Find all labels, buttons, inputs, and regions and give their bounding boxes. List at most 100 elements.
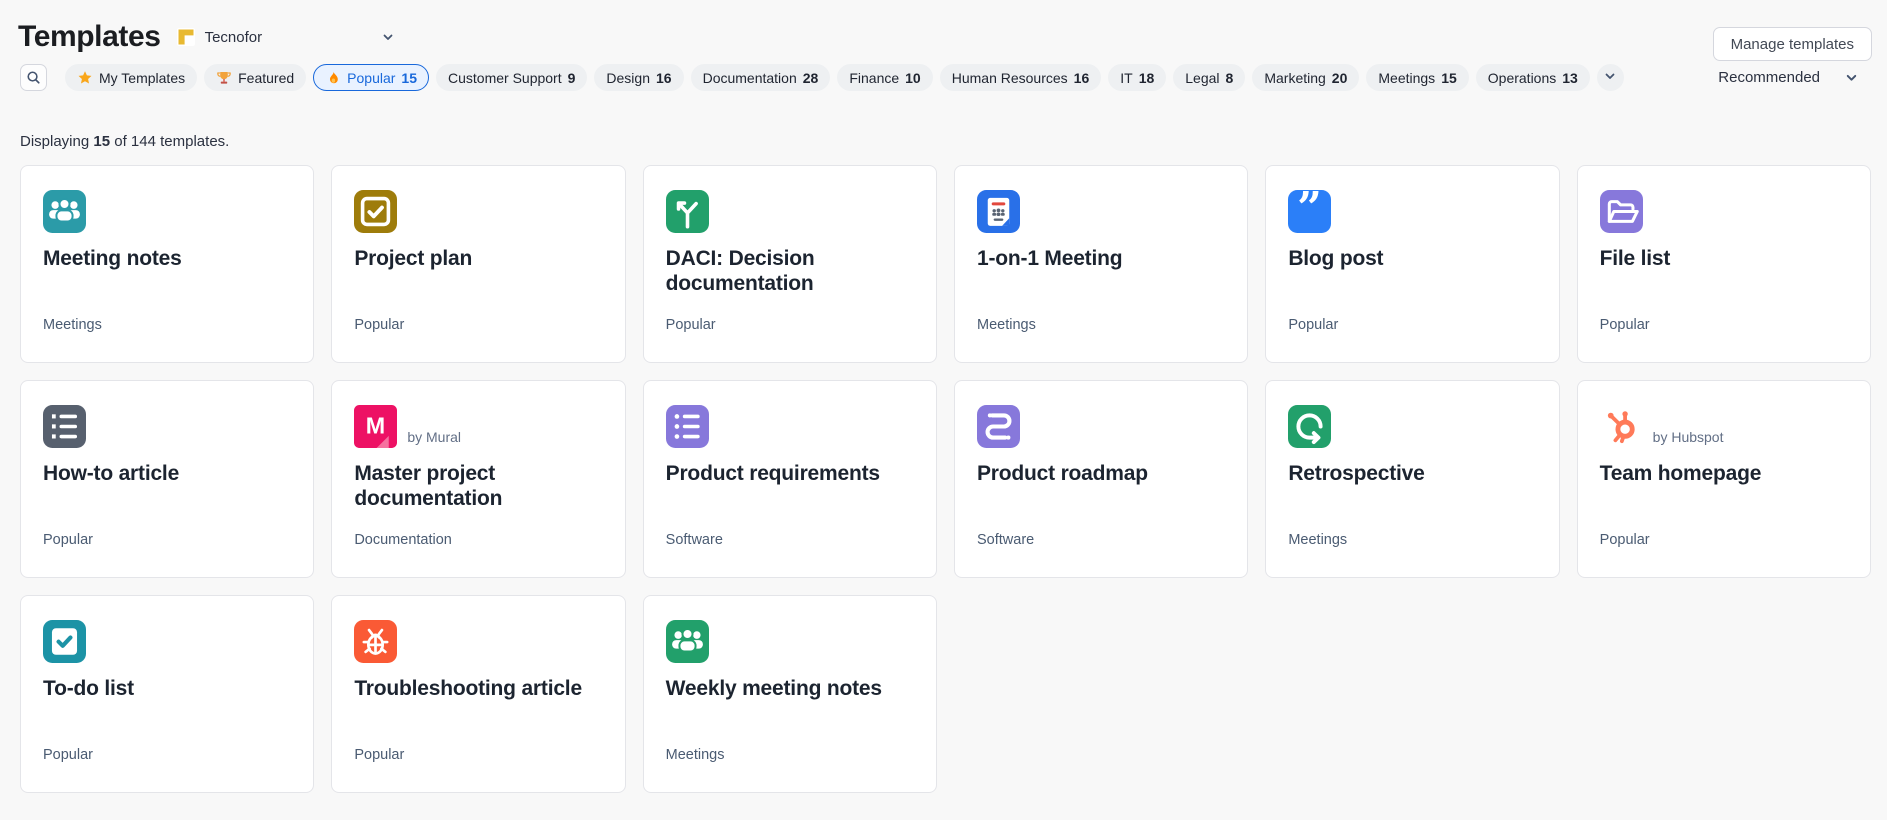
bug-icon <box>354 620 397 663</box>
search-icon <box>26 70 41 85</box>
template-card-team-homepage[interactable]: by Hubspot Team homepage Popular <box>1577 380 1871 578</box>
template-category: Popular <box>666 317 716 333</box>
quote-icon: ” <box>1288 190 1331 233</box>
template-category: Meetings <box>43 317 102 333</box>
template-title: Project plan <box>354 246 602 271</box>
filter-chip-label: IT <box>1120 70 1132 86</box>
more-filters-button[interactable] <box>1597 64 1624 91</box>
filter-chip-documentation[interactable]: Documentation 28 <box>691 64 831 91</box>
filter-chip-featured[interactable]: Featured <box>204 64 306 91</box>
filter-chip-label: Legal <box>1185 70 1219 86</box>
people-group-icon <box>43 190 86 233</box>
chevron-down-icon <box>1844 70 1859 85</box>
template-category: Meetings <box>1288 532 1347 548</box>
filter-chip-finance[interactable]: Finance 10 <box>837 64 932 91</box>
filter-chip-design[interactable]: Design 16 <box>594 64 683 91</box>
filter-chip-count: 28 <box>803 70 819 86</box>
template-card-file-list[interactable]: File list Popular <box>1577 165 1871 363</box>
template-category: Documentation <box>354 532 452 548</box>
template-title: To-do list <box>43 676 291 701</box>
summary-connector: of <box>114 133 127 150</box>
template-card-retrospective[interactable]: Retrospective Meetings <box>1265 380 1559 578</box>
retro-loop-icon <box>1288 405 1331 448</box>
template-title: Master project documentation <box>354 461 602 511</box>
svg-text:”: ” <box>1297 190 1322 233</box>
filter-chip-label: Popular <box>347 70 395 86</box>
template-card-how-to-article[interactable]: How-to article Popular <box>20 380 314 578</box>
template-title: Retrospective <box>1288 461 1536 486</box>
template-byline: by Mural <box>407 429 461 448</box>
space-selector[interactable]: Tecnofor <box>177 28 395 46</box>
filter-chip-legal[interactable]: Legal 8 <box>1173 64 1245 91</box>
filter-chip-my-templates[interactable]: My Templates <box>65 64 197 91</box>
filter-chip-meetings[interactable]: Meetings 15 <box>1366 64 1468 91</box>
fire-icon <box>325 70 341 86</box>
template-card-project-plan[interactable]: Project plan Popular <box>331 165 625 363</box>
template-card-1-on-1-meeting[interactable]: 1-on-1 Meeting Meetings <box>954 165 1248 363</box>
page-title: Templates <box>18 20 161 54</box>
filter-chip-count: 13 <box>1562 70 1578 86</box>
people-group-icon <box>666 620 709 663</box>
roadmap-icon <box>977 405 1020 448</box>
template-card-product-roadmap[interactable]: Product roadmap Software <box>954 380 1248 578</box>
template-title: Troubleshooting article <box>354 676 602 701</box>
search-button[interactable] <box>20 64 47 91</box>
template-card-product-requirements[interactable]: Product requirements Software <box>643 380 937 578</box>
summary-suffix: templates. <box>160 133 229 150</box>
template-title: Meeting notes <box>43 246 291 271</box>
template-card-daci-decision-documentation[interactable]: DACI: Decision documentation Popular <box>643 165 937 363</box>
hubspot-sprocket-icon <box>1600 405 1643 448</box>
mural-m-icon: M <box>354 405 397 448</box>
template-title: Blog post <box>1288 246 1536 271</box>
filter-chip-list: My Templates Featured Popular 15 Custome… <box>65 64 1700 91</box>
filter-bar: My Templates Featured Popular 15 Custome… <box>0 64 1887 91</box>
chevron-down-icon <box>381 30 395 44</box>
template-category: Software <box>977 532 1034 548</box>
filter-chip-label: Documentation <box>703 70 797 86</box>
template-title: Weekly meeting notes <box>666 676 914 701</box>
filter-chip-marketing[interactable]: Marketing 20 <box>1252 64 1359 91</box>
manage-templates-button[interactable]: Manage templates <box>1713 27 1872 61</box>
filter-chip-label: Marketing <box>1264 70 1325 86</box>
filter-chip-count: 10 <box>905 70 921 86</box>
template-title: DACI: Decision documentation <box>666 246 914 296</box>
filter-chip-count: 18 <box>1139 70 1155 86</box>
filter-chip-popular[interactable]: Popular 15 <box>313 64 429 91</box>
numbered-list-icon <box>43 405 86 448</box>
filter-chip-count: 15 <box>1441 70 1457 86</box>
star-icon <box>77 70 93 86</box>
folder-open-icon <box>1600 190 1643 233</box>
template-category: Popular <box>354 317 404 333</box>
template-category: Popular <box>1600 317 1650 333</box>
template-title: How-to article <box>43 461 291 486</box>
template-card-troubleshooting-article[interactable]: Troubleshooting article Popular <box>331 595 625 793</box>
filter-chip-customer-support[interactable]: Customer Support 9 <box>436 64 587 91</box>
template-card-weekly-meeting-notes[interactable]: Weekly meeting notes Meetings <box>643 595 937 793</box>
template-title: Product roadmap <box>977 461 1225 486</box>
bullet-list-icon <box>666 405 709 448</box>
template-card-to-do-list[interactable]: To-do list Popular <box>20 595 314 793</box>
template-title: File list <box>1600 246 1848 271</box>
filter-chip-count: 8 <box>1226 70 1234 86</box>
summary-total: 144 <box>131 133 156 150</box>
filter-chip-operations[interactable]: Operations 13 <box>1476 64 1590 91</box>
checkbox-outline-icon <box>354 190 397 233</box>
checkbox-filled-icon <box>43 620 86 663</box>
svg-text:M: M <box>366 413 385 439</box>
template-title: Team homepage <box>1600 461 1848 486</box>
template-card-blog-post[interactable]: ” Blog post Popular <box>1265 165 1559 363</box>
filter-chip-it[interactable]: IT 18 <box>1108 64 1166 91</box>
template-category: Popular <box>43 532 93 548</box>
results-summary: Displaying 15 of 144 templates. <box>0 133 1887 150</box>
template-title: Product requirements <box>666 461 914 486</box>
filter-chip-count: 20 <box>1332 70 1348 86</box>
trophy-icon <box>216 70 232 86</box>
template-card-master-project-documentation[interactable]: M by Mural Master project documentation … <box>331 380 625 578</box>
filter-chip-label: Human Resources <box>952 70 1068 86</box>
filter-chip-label: Meetings <box>1378 70 1435 86</box>
sort-dropdown[interactable]: Recommended <box>1718 69 1859 86</box>
filter-chip-label: Featured <box>238 70 294 86</box>
template-category: Popular <box>1600 532 1650 548</box>
template-card-meeting-notes[interactable]: Meeting notes Meetings <box>20 165 314 363</box>
filter-chip-human-resources[interactable]: Human Resources 16 <box>940 64 1102 91</box>
